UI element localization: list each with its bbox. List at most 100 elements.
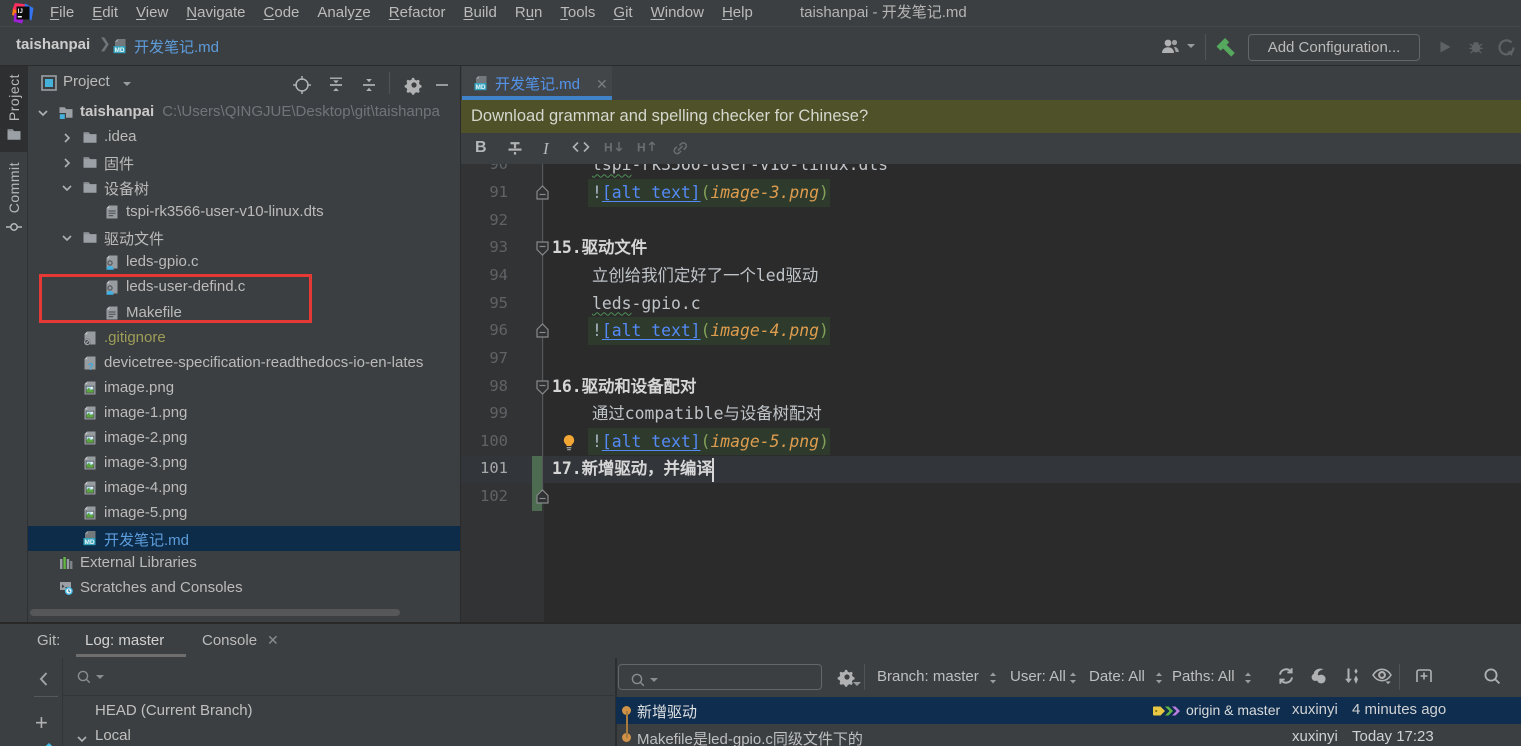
menu-edit[interactable]: Edit — [83, 0, 127, 26]
tree-item-Scratches_and_Consoles[interactable]: Scratches and Consoles — [28, 576, 460, 601]
tree-item-leds-gpio.c[interactable]: leds-gpio.c — [28, 250, 460, 275]
filter-date[interactable]: Date: All — [1089, 668, 1145, 685]
edit-icon[interactable] — [38, 742, 54, 746]
users-icon[interactable] — [1158, 37, 1196, 55]
toolbar-separator — [1399, 664, 1400, 690]
project-panel-title[interactable]: Project — [63, 73, 110, 90]
project-view-icon — [41, 75, 57, 91]
log-search-icon[interactable] — [1482, 666, 1502, 686]
menu-git[interactable]: Git — [604, 0, 641, 26]
md-header-up-button[interactable]: H — [637, 139, 659, 155]
md-bold-button[interactable]: B — [475, 139, 487, 157]
project-dropdown-icon[interactable] — [122, 80, 132, 88]
menu-analyze[interactable]: Analyze — [308, 0, 379, 26]
code-segment: [alt text] — [602, 183, 701, 202]
tree-item-image.png[interactable]: image.png — [28, 376, 460, 401]
tree-item-.gitignore[interactable]: .gitignore — [28, 326, 460, 351]
notification-banner[interactable]: Download grammar and spelling checker fo… — [461, 100, 1521, 133]
fold-down-icon[interactable] — [536, 241, 549, 256]
tree-item-_[interactable]: 设备树 — [28, 175, 460, 200]
menu-build[interactable]: Build — [454, 0, 505, 26]
chevron-down-icon[interactable] — [74, 731, 90, 746]
hide-panel-icon[interactable] — [432, 75, 452, 95]
tree-item-tspi-rk3566-user-v10-linux.dts[interactable]: tspi-rk3566-user-v10-linux.dts — [28, 200, 460, 225]
settings-icon[interactable] — [404, 75, 424, 95]
menu-tools[interactable]: Tools — [551, 0, 604, 26]
build-hammer-icon[interactable] — [1215, 36, 1237, 58]
menu-code[interactable]: Code — [255, 0, 309, 26]
tree-item-_.md[interactable]: MD开发笔记.md — [28, 526, 460, 551]
chevron-right-icon[interactable] — [59, 130, 75, 146]
fold-up-icon[interactable] — [536, 323, 549, 338]
stripe-button-commit[interactable]: Commit — [0, 158, 27, 250]
menu-navigate[interactable]: Navigate — [177, 0, 254, 26]
tree-item-.idea[interactable]: .idea — [28, 125, 460, 150]
branch-search-icon[interactable] — [75, 668, 105, 686]
view-options-icon[interactable] — [1371, 666, 1395, 686]
line-number: 95 — [461, 290, 508, 318]
md-link-button[interactable] — [670, 139, 690, 157]
refresh-icon[interactable] — [1276, 666, 1296, 686]
locate-file-icon[interactable] — [292, 75, 312, 95]
intelli-sort-icon[interactable] — [1343, 666, 1361, 686]
debug-button-icon[interactable] — [1467, 38, 1485, 56]
horizontal-scrollbar[interactable] — [30, 609, 400, 616]
breadcrumb-project[interactable]: taishanpai — [16, 36, 90, 53]
go-to-hash-icon[interactable] — [1413, 666, 1437, 686]
collapse-all-icon[interactable] — [359, 75, 379, 95]
editor-content[interactable]: 90tspi-rk3566-user-v10-linux.dts91![alt … — [461, 164, 1521, 622]
back-icon[interactable] — [36, 670, 52, 688]
tree-item-image-2.png[interactable]: image-2.png — [28, 426, 460, 451]
chevron-down-icon[interactable] — [59, 180, 75, 196]
branch-head[interactable]: HEAD (Current Branch) — [95, 702, 253, 719]
filter-user[interactable]: User: All — [1010, 668, 1066, 685]
cherry-pick-icon[interactable] — [1309, 666, 1329, 686]
md-italic-button[interactable]: I — [543, 139, 549, 159]
tree-item-_[interactable]: 驱动文件 — [28, 225, 460, 250]
tree-item-taishanpai[interactable]: taishanpaiC:\Users\QINGJUE\Desktop\git\t… — [28, 100, 460, 125]
tab-console[interactable]: Console — [202, 632, 257, 649]
svg-text:?: ? — [88, 362, 94, 371]
menu-run[interactable]: Run — [506, 0, 552, 26]
tab-log-master[interactable]: Log: master — [85, 632, 164, 649]
run-button-icon[interactable] — [1437, 39, 1453, 55]
add-icon[interactable]: + — [35, 710, 48, 736]
commit-row[interactable]: Makefile是led-gpio.c同级文件下的xuxinyiToday 17… — [616, 724, 1521, 746]
commit-row[interactable]: 新增驱动origin & masterxuxinyi4 minutes ago — [616, 697, 1521, 724]
fold-up-icon[interactable] — [536, 489, 549, 504]
tree-item-image-4.png[interactable]: image-4.png — [28, 476, 460, 501]
code-segment: image-4.png — [710, 321, 819, 340]
menu-view[interactable]: View — [127, 0, 177, 26]
chevron-down-icon[interactable] — [59, 230, 75, 246]
chevron-right-icon[interactable] — [59, 155, 75, 171]
tree-item-_[interactable]: 固件 — [28, 150, 460, 175]
branch-local[interactable]: Local — [95, 727, 131, 744]
md-header-down-button[interactable]: H — [604, 139, 626, 155]
menu-refactor[interactable]: Refactor — [380, 0, 455, 26]
tree-item-External_Libraries[interactable]: External Libraries — [28, 551, 460, 576]
log-settings-gear-icon[interactable] — [837, 667, 857, 687]
expand-collapse-icon[interactable] — [326, 75, 346, 95]
fold-down-icon[interactable] — [536, 380, 549, 395]
tab-close-icon[interactable]: ✕ — [596, 76, 608, 93]
breadcrumb-file[interactable]: 开发笔记.md — [134, 36, 219, 57]
commit-search-input[interactable] — [618, 664, 822, 690]
chevron-down-icon[interactable] — [35, 105, 51, 121]
tree-item-image-5.png[interactable]: image-5.png — [28, 501, 460, 526]
filter-branch[interactable]: Branch: master — [877, 668, 979, 685]
menu-file[interactable]: File — [41, 0, 83, 26]
menu-window[interactable]: Window — [642, 0, 713, 26]
intention-bulb-icon[interactable] — [562, 434, 576, 451]
menu-help[interactable]: Help — [713, 0, 762, 26]
stripe-button-project[interactable]: Project — [0, 66, 27, 152]
md-strikethrough-button[interactable] — [506, 139, 524, 157]
profiler-button-icon[interactable] — [1497, 38, 1515, 56]
md-code-button[interactable] — [571, 139, 591, 155]
tree-item-image-1.png[interactable]: image-1.png — [28, 401, 460, 426]
fold-up-icon[interactable] — [536, 185, 549, 200]
console-close-icon[interactable]: ✕ — [267, 632, 279, 649]
filter-paths[interactable]: Paths: All — [1172, 668, 1235, 685]
tree-item-image-3.png[interactable]: image-3.png — [28, 451, 460, 476]
tree-item-devicetree-specification-readthedocs-io-en-lates[interactable]: ?devicetree-specification-readthedocs-io… — [28, 351, 460, 376]
add-configuration-button[interactable]: Add Configuration... — [1248, 34, 1420, 61]
